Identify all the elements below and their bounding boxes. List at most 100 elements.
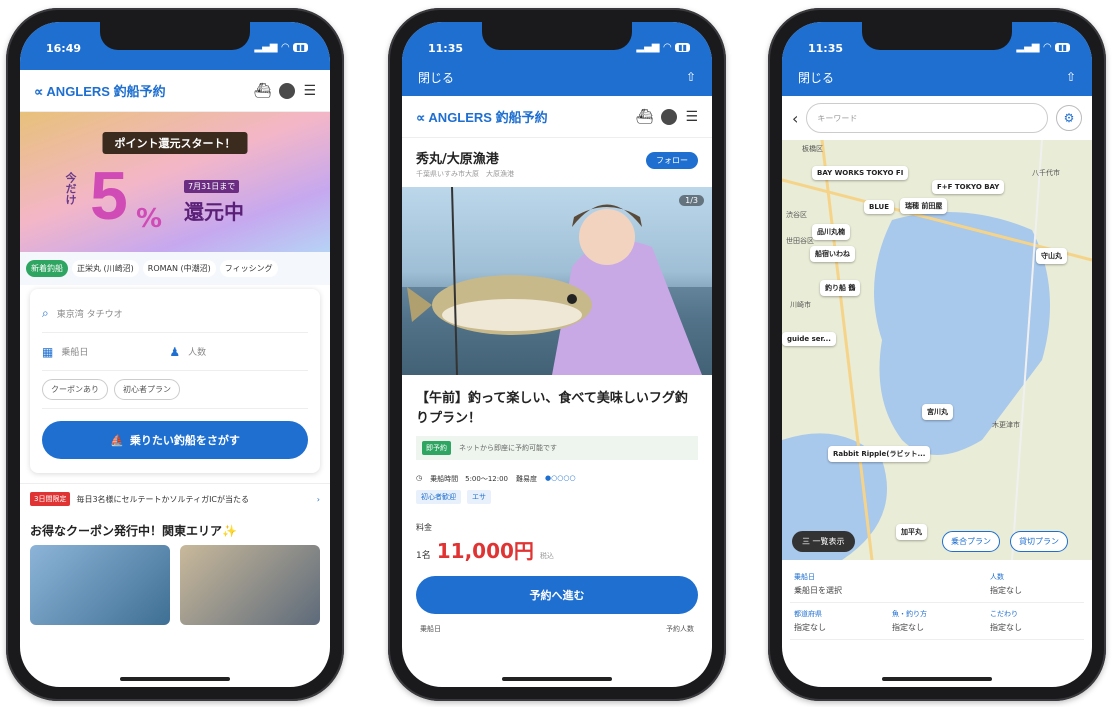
map-pin[interactable]: guide ser...	[782, 332, 836, 346]
filter-value: 乗船日を選択	[794, 586, 842, 595]
signal-icon: ▂▄▆	[636, 42, 660, 53]
share-icon[interactable]: ⇧	[1066, 70, 1076, 84]
map-pin[interactable]: 加平丸	[896, 524, 927, 540]
coupon-card[interactable]	[180, 545, 320, 625]
chip-new[interactable]: 新着釣船	[26, 260, 68, 277]
difficulty-label: 難易度	[516, 475, 538, 483]
chip-shop[interactable]: 正栄丸 (川崎沼)	[72, 260, 139, 277]
map-pin[interactable]: 守山丸	[1036, 248, 1067, 264]
app-header: ∝ ANGLERS 釣船予約 ⛴ ☰	[20, 70, 330, 112]
plan-photo[interactable]: 1/3	[402, 187, 712, 375]
filter-key: 乗船日	[794, 573, 815, 581]
follow-button[interactable]: フォロー	[646, 152, 698, 169]
map-pin[interactable]: 船宿いわね	[810, 246, 855, 262]
filter-key: 魚・釣り方	[892, 610, 927, 618]
share-icon[interactable]: ⇧	[686, 70, 696, 84]
home-indicator	[502, 677, 612, 681]
home-screen: 16:49 ▂▄▆ ◠ ▮▮ ∝ ANGLERS 釣船予約 ⛴ ☰ ポイント還元スタ…	[20, 22, 330, 687]
filter-pills: クーポンあり 初心者プラン	[42, 371, 308, 409]
plan-tags: 初心者歓迎 エサ	[402, 488, 712, 506]
filter-key: 都道府県	[794, 610, 822, 618]
bottom-people[interactable]: 予約人数	[666, 624, 694, 634]
home-indicator	[882, 677, 992, 681]
app-logo[interactable]: ∝ ANGLERS 釣船予約	[416, 107, 548, 126]
map-view[interactable]: 板橋区 八千代市 渋谷区 世田谷区 川崎市 木更津市 BAY WORKS TOK…	[782, 140, 1092, 560]
battery-icon: ▮▮	[675, 43, 690, 52]
bottom-date[interactable]: 乗船日	[420, 624, 441, 634]
search-card: ⌕ 東京湾 タチウオ ▦ 乗船日 ♟ 人数 クーポンあり 初心者プラン ⛵ 乗り…	[30, 289, 320, 473]
notch	[862, 22, 1012, 50]
booking-summary: 乗船日 予約人数	[402, 620, 712, 638]
menu-icon[interactable]: ☰	[303, 83, 316, 99]
app-logo[interactable]: ∝ ANGLERS 釣船予約	[34, 81, 166, 100]
banner-ribbon: ポイント還元スタート！	[102, 132, 248, 154]
calendar-icon: ▦	[42, 344, 54, 359]
keyword-input[interactable]: キーワード	[806, 103, 1048, 133]
map-pin[interactable]: BLUE	[864, 200, 895, 214]
search-icon: ⌕	[42, 306, 49, 320]
notice-text: 毎日3名様にセルテートかソルティガICが当たる	[76, 494, 250, 504]
keyword-placeholder: 東京湾 タチウオ	[56, 310, 123, 320]
campaign-banner[interactable]: ポイント還元スタート！ 今だけ 5 % 7月31日まで 還元中	[20, 112, 330, 252]
filter-prefecture[interactable]: 都道府県 指定なし	[790, 603, 888, 640]
close-button[interactable]: 閉じる	[798, 69, 834, 86]
close-button[interactable]: 閉じる	[418, 69, 454, 86]
filter-fish[interactable]: 魚・釣り方 指定なし	[888, 603, 986, 640]
instant-tag: 即予約	[422, 441, 451, 455]
angler-photo	[402, 187, 712, 375]
notch	[482, 22, 632, 50]
coupon-card[interactable]	[30, 545, 170, 625]
filter-date[interactable]: 乗船日 乗船日を選択	[790, 566, 888, 603]
plan-screen: 11:35 ▂▄▆ ◠ ▮▮ 閉じる ⇧ ∝ ANGLERS 釣船予約 ⛴ ☰ 秀丸…	[402, 22, 712, 687]
reserve-button[interactable]: 予約へ進む	[416, 576, 698, 614]
filter-preference[interactable]: こだわり 指定なし	[986, 603, 1084, 640]
map-pin[interactable]: 品川丸楠	[812, 224, 850, 240]
chip-shop[interactable]: ROMAN (中潮沼)	[142, 260, 216, 277]
coupon-thumbs	[20, 545, 330, 625]
map-search-bar: ‹ キーワード ⚙	[782, 96, 1092, 140]
campaign-notice[interactable]: 3日間限定 毎日3名様にセルテートかソルティガICが当たる ›	[20, 483, 330, 514]
map-pin[interactable]: 宮川丸	[922, 404, 953, 420]
filter-value: 指定なし	[794, 623, 826, 632]
boat-icon: ⛵	[110, 433, 124, 447]
date-people-row: ▦ 乗船日 ♟ 人数	[42, 333, 308, 371]
price-per: 1名	[416, 551, 431, 561]
map-pin[interactable]: Rabbit Ripple(ラビット...	[828, 446, 931, 462]
list-view-button[interactable]: 三 一覧表示	[792, 531, 855, 552]
boat-icon[interactable]: ⛴	[636, 109, 654, 125]
chip-shop[interactable]: フィッシング	[219, 260, 278, 277]
filter-spacer	[888, 566, 986, 603]
coupon-pill[interactable]: クーポンあり	[42, 379, 108, 400]
boat-icon[interactable]: ⛴	[254, 83, 272, 99]
map-pin[interactable]: F+F TOKYO BAY	[932, 180, 1005, 194]
banner-limited: 今だけ	[64, 172, 77, 205]
map-pin[interactable]: 釣り船 鶴	[820, 280, 861, 296]
avatar[interactable]	[279, 82, 296, 99]
price-row: 1名 11,000円 税込	[402, 535, 712, 564]
price-label: 料金	[416, 523, 432, 532]
shared-plan-button[interactable]: 乗合プラン	[942, 531, 1000, 552]
beginner-pill[interactable]: 初心者プラン	[114, 379, 180, 400]
clock: 11:35	[808, 42, 844, 55]
coupon-section-title: お得なクーポン発行中！関東エリア✨	[30, 524, 237, 538]
filter-icon[interactable]: ⚙	[1056, 105, 1082, 131]
filter-value: 指定なし	[892, 623, 924, 632]
keyword-field[interactable]: ⌕ 東京湾 タチウオ	[42, 295, 308, 333]
charter-plan-button[interactable]: 貸切プラン	[1010, 531, 1068, 552]
photo-counter: 1/3	[679, 195, 704, 206]
map-pin[interactable]: 瑞穂 前田屋	[900, 198, 948, 214]
map-area: 八千代市	[1032, 169, 1060, 177]
menu-icon[interactable]: ☰	[685, 109, 698, 125]
filter-people[interactable]: 人数 指定なし	[986, 566, 1084, 603]
back-icon[interactable]: ‹	[792, 109, 798, 128]
people-field[interactable]: 人数	[188, 345, 206, 358]
map-screen: 11:35 ▂▄▆ ◠ ▮▮ 閉じる ⇧ ‹ キーワード ⚙ 板橋区 八千代市 渋谷…	[782, 22, 1092, 687]
search-button[interactable]: ⛵ 乗りたい釣船をさがす	[42, 421, 308, 459]
avatar[interactable]	[661, 108, 678, 125]
clock: 16:49	[46, 42, 82, 55]
filter-value: 指定なし	[990, 586, 1022, 595]
map-pin[interactable]: BAY WORKS TOKYO FI	[812, 166, 909, 180]
shop-header: 秀丸/大原漁港 千葉県いすみ市大原 大原漁港 フォロー	[402, 138, 712, 179]
plan-tag: エサ	[467, 490, 491, 504]
date-field[interactable]: 乗船日	[61, 345, 161, 358]
